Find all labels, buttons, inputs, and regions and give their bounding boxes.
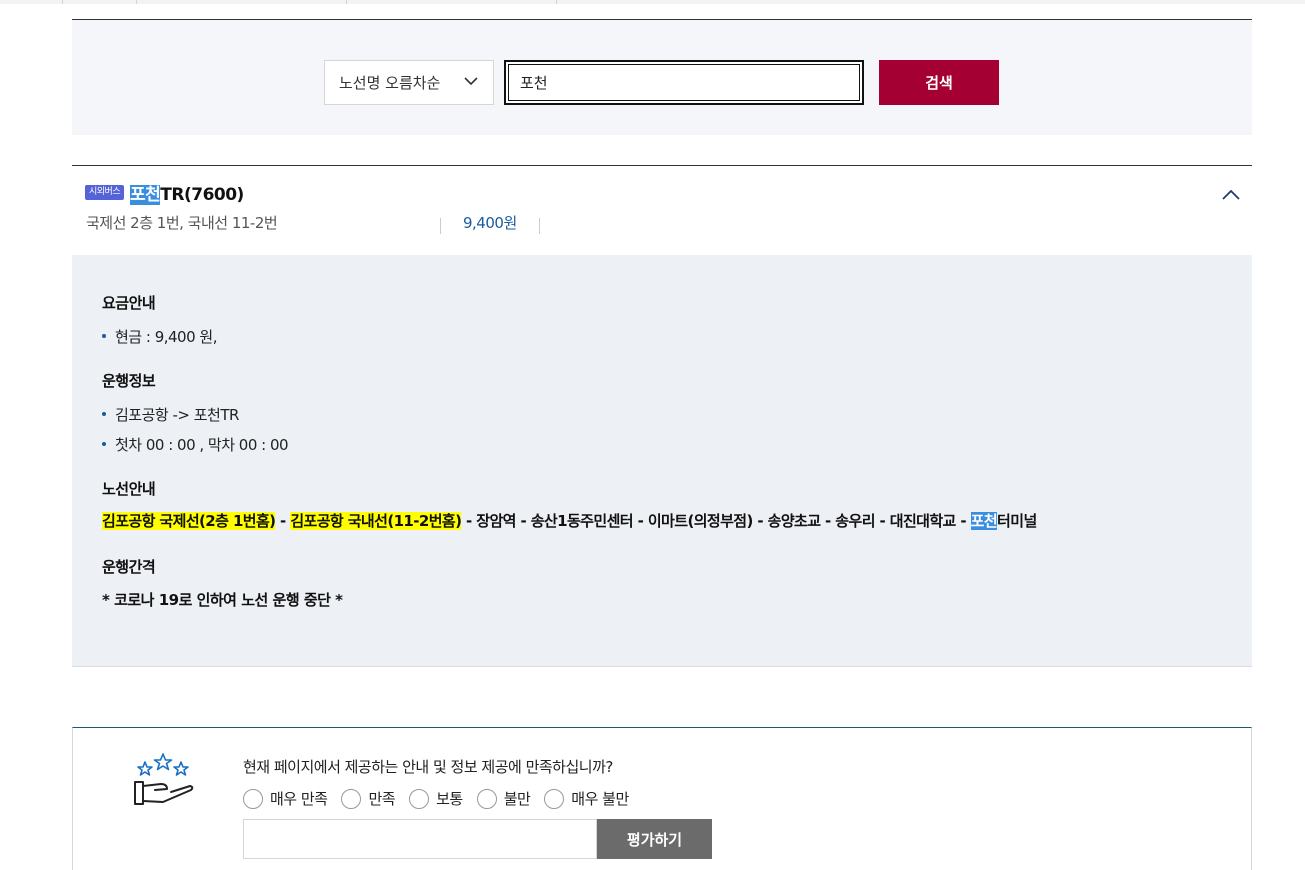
- route-type-badge: 시외버스: [85, 185, 125, 200]
- divider: [539, 218, 540, 234]
- rating-stars-hand-icon: [134, 753, 194, 805]
- rating-option-label: 불만: [503, 790, 531, 808]
- route-path-middle: - 장암역 - 송산1동주민센터 - 이마트(의정부점) - 송양초교 - 송우…: [461, 512, 971, 530]
- search-panel: 노선명 오름차순 검색: [72, 19, 1252, 135]
- sort-order-label: 노선명 오름차순: [339, 74, 441, 92]
- rating-option-label: 매우 만족: [270, 790, 328, 808]
- tab-divider: [346, 0, 347, 4]
- route-title-highlight: 포천: [130, 185, 161, 205]
- radio-button[interactable]: [341, 788, 362, 809]
- route-dest-highlight: 포천: [970, 512, 998, 530]
- rating-options: 매우 만족 만족 보통 불만 매우 불만: [243, 788, 643, 809]
- route-gate-info: 국제선 2층 1번, 국내선 11-2번: [86, 214, 278, 232]
- fare-section-title: 요금안내: [102, 294, 156, 312]
- rating-option-label: 만족: [368, 790, 396, 808]
- chevron-up-icon[interactable]: [1220, 184, 1242, 206]
- tab-divider: [136, 0, 137, 4]
- route-dest-rest: 터미널: [997, 512, 1037, 530]
- rating-option-dissatisfied[interactable]: 불만: [476, 788, 531, 809]
- operation-section-title: 운행정보: [102, 372, 156, 390]
- fare-item: 현금 : 9,400 원,: [102, 326, 217, 347]
- rating-option-very-dissatisfied[interactable]: 매우 불만: [544, 788, 629, 809]
- rating-option-very-satisfied[interactable]: 매우 만족: [243, 788, 328, 809]
- survey-comment-input[interactable]: [243, 819, 597, 859]
- route-stop-highlight: 김포공항 국제선(2층 1번홈): [102, 512, 276, 530]
- rating-option-neutral[interactable]: 보통: [409, 788, 463, 809]
- rating-option-label: 보통: [436, 790, 463, 808]
- top-tab-strip: [0, 0, 1305, 4]
- tab-divider: [556, 0, 557, 4]
- rating-option-label: 매우 불만: [571, 790, 629, 808]
- interval-section-title: 운행간격: [102, 558, 156, 576]
- satisfaction-survey: 현재 페이지에서 제공하는 안내 및 정보 제공에 만족하십니까? 매우 만족 …: [72, 727, 1252, 870]
- radio-button[interactable]: [409, 788, 430, 809]
- radio-button[interactable]: [476, 788, 497, 809]
- operation-item: 첫차 00 : 00 , 막차 00 : 00: [102, 434, 289, 455]
- route-section-title: 노선안내: [102, 480, 156, 498]
- radio-button[interactable]: [243, 788, 263, 809]
- tab-divider: [62, 0, 63, 4]
- search-input[interactable]: [504, 60, 864, 105]
- submit-rating-button[interactable]: 평가하기: [597, 819, 712, 859]
- search-button[interactable]: 검색: [879, 60, 999, 105]
- rating-option-satisfied[interactable]: 만족: [341, 788, 396, 809]
- sort-order-select[interactable]: 노선명 오름차순: [324, 60, 494, 105]
- divider: [440, 218, 441, 234]
- interval-notice: * 코로나 19로 인하여 노선 운행 중단 *: [102, 591, 343, 609]
- radio-button[interactable]: [544, 788, 565, 809]
- route-path-separator: -: [275, 512, 291, 530]
- route-title: 포천TR(7600): [130, 180, 244, 205]
- route-title-rest: TR(7600): [160, 185, 244, 205]
- route-header[interactable]: 시외버스 포천TR(7600) 국제선 2층 1번, 국내선 11-2번 9,4…: [72, 166, 1252, 255]
- route-stop-highlight: 김포공항 국내선(11-2번홈): [290, 512, 462, 530]
- route-fare: 9,400원: [463, 214, 517, 232]
- survey-question: 현재 페이지에서 제공하는 안내 및 정보 제공에 만족하십니까?: [243, 758, 613, 776]
- operation-item: 김포공항 -> 포천TR: [102, 404, 239, 425]
- route-card: 시외버스 포천TR(7600) 국제선 2층 1번, 국내선 11-2번 9,4…: [72, 165, 1252, 667]
- chevron-down-icon: [464, 77, 478, 86]
- route-path: 김포공항 국제선(2층 1번홈) - 김포공항 국내선(11-2번홈) - 장암…: [102, 510, 1037, 531]
- route-detail-panel: 요금안내 현금 : 9,400 원, 운행정보 김포공항 -> 포천TR 첫차 …: [72, 255, 1252, 667]
